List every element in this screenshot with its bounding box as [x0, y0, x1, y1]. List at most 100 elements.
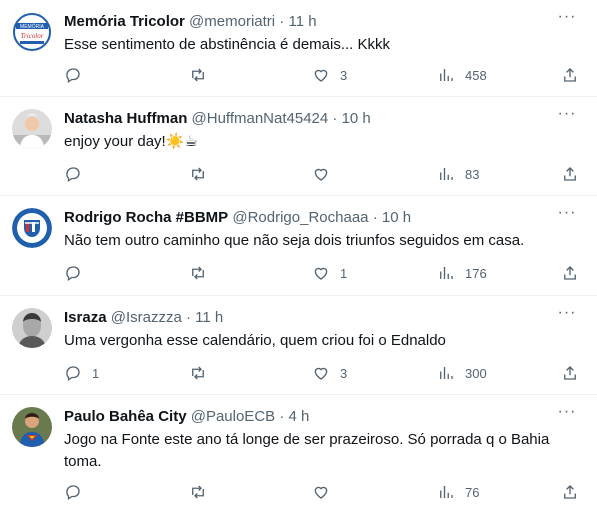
like-count: 3: [340, 365, 348, 381]
retweet-button[interactable]: [189, 164, 217, 184]
reply-button[interactable]: 1: [64, 363, 99, 383]
tweet-header: Rodrigo Rocha #BBMP @Rodrigo_Rochaaa · 1…: [64, 208, 557, 228]
tweet-paulo-bahea-city[interactable]: Paulo Bahêa City @PauloECB · 4 h ··· Jog…: [0, 395, 597, 505]
timestamp[interactable]: 4 h: [289, 408, 310, 425]
timestamp[interactable]: 10 h: [342, 110, 371, 127]
tweet-text: Jogo na Fonte este ano tá longe de ser p…: [64, 431, 550, 470]
display-name[interactable]: Rodrigo Rocha #BBMP: [64, 209, 228, 226]
display-name[interactable]: Israza: [64, 309, 107, 326]
avatar[interactable]: [12, 407, 52, 447]
views-button[interactable]: 176: [437, 263, 487, 283]
like-button[interactable]: [312, 482, 340, 502]
like-count: 3: [340, 67, 348, 83]
view-count: 300: [465, 365, 487, 381]
separator-dot: ·: [372, 209, 378, 226]
more-icon[interactable]: ···: [557, 404, 577, 425]
timestamp[interactable]: 11 h: [195, 309, 223, 326]
timestamp[interactable]: 11 h: [288, 13, 316, 30]
more-icon[interactable]: ···: [557, 9, 577, 30]
retweet-button[interactable]: [189, 263, 217, 283]
more-icon[interactable]: ···: [557, 305, 577, 326]
views-button[interactable]: 83: [437, 164, 479, 184]
reply-icon: [66, 266, 80, 282]
reply-icon: [66, 68, 80, 84]
retweet-icon: [192, 366, 204, 380]
views-button[interactable]: 76: [437, 482, 479, 502]
display-name[interactable]: Paulo Bahêa City: [64, 408, 187, 425]
user-handle[interactable]: @HuffmanNat45424: [192, 110, 329, 127]
like-icon: [314, 367, 328, 380]
views-button[interactable]: 458: [437, 65, 487, 85]
tweet-text: Esse sentimento de abstinência é demais.…: [64, 36, 391, 53]
like-button[interactable]: 3: [312, 65, 347, 85]
retweet-button[interactable]: [189, 65, 217, 85]
reply-button[interactable]: [64, 263, 92, 283]
avatar-badge-main: Tricolor: [21, 32, 44, 40]
avatar[interactable]: [12, 308, 52, 348]
avatar[interactable]: [12, 208, 52, 248]
view-count: 458: [465, 67, 487, 83]
like-button[interactable]: 1: [312, 263, 347, 283]
view-count: 76: [465, 484, 480, 500]
avatar[interactable]: [12, 109, 52, 149]
share-button[interactable]: [561, 482, 579, 502]
share-icon: [564, 485, 576, 499]
tweet-header: Paulo Bahêa City @PauloECB · 4 h: [64, 407, 557, 427]
tweet-memoria-tricolor[interactable]: MEMÓRIA Tricolor Memória Tricolor @memor…: [0, 0, 597, 97]
user-handle[interactable]: @PauloECB: [191, 408, 275, 425]
more-icon[interactable]: ···: [557, 106, 577, 127]
tweet-natasha-huffman[interactable]: Natasha Huffman @HuffmanNat45424 · 10 h …: [0, 97, 597, 196]
views-icon: [440, 69, 453, 81]
separator-dot: ·: [332, 110, 338, 127]
share-icon: [564, 167, 576, 181]
like-button[interactable]: [312, 164, 340, 184]
action-bar: 76: [64, 482, 585, 502]
separator-dot: ·: [279, 408, 285, 425]
avatar-badge-top: MEMÓRIA: [20, 23, 45, 30]
views-button[interactable]: 300: [437, 363, 487, 383]
reply-thread: MEMÓRIA Tricolor Memória Tricolor @memor…: [0, 0, 597, 505]
user-handle[interactable]: @Rodrigo_Rochaaa: [232, 209, 368, 226]
tweet-header: Natasha Huffman @HuffmanNat45424 · 10 h: [64, 109, 557, 129]
tweet-text: Não tem outro caminho que não seja dois …: [64, 232, 525, 249]
separator-dot: ·: [185, 309, 191, 326]
like-icon: [314, 486, 328, 499]
views-icon: [440, 168, 453, 180]
retweet-button[interactable]: [189, 363, 217, 383]
share-button[interactable]: [561, 164, 579, 184]
views-icon: [440, 267, 453, 279]
more-icon[interactable]: ···: [557, 205, 577, 226]
user-handle[interactable]: @memoriatri: [189, 13, 275, 30]
reply-button[interactable]: [64, 164, 92, 184]
tweet-text: enjoy your day!☀️☕: [64, 133, 198, 150]
tweet-rodrigo-rocha[interactable]: Rodrigo Rocha #BBMP @Rodrigo_Rochaaa · 1…: [0, 196, 597, 296]
reply-button[interactable]: [64, 65, 92, 85]
tweet-israza[interactable]: Israza @Israzzza · 11 h ··· Uma vergonha…: [0, 296, 597, 395]
timestamp[interactable]: 10 h: [382, 209, 411, 226]
view-count: 176: [465, 265, 487, 281]
tweet-header: Israza @Israzzza · 11 h: [64, 308, 557, 328]
action-bar: 1 3 300: [64, 363, 585, 383]
share-button[interactable]: [561, 65, 579, 85]
action-bar: 1 176: [64, 263, 585, 283]
tweet-header: Memória Tricolor @memoriatri · 11 h: [64, 12, 557, 32]
reply-button[interactable]: [64, 482, 92, 502]
share-button[interactable]: [561, 363, 579, 383]
retweet-icon: [192, 485, 204, 499]
views-icon: [440, 486, 453, 498]
share-button[interactable]: [561, 263, 579, 283]
user-handle[interactable]: @Israzzza: [111, 309, 182, 326]
action-bar: 83: [64, 164, 585, 184]
view-count: 83: [465, 166, 480, 182]
display-name[interactable]: Memória Tricolor: [64, 13, 185, 30]
share-icon: [564, 266, 576, 280]
retweet-button[interactable]: [189, 482, 217, 502]
like-button[interactable]: 3: [312, 363, 347, 383]
action-bar: 3 458: [64, 65, 585, 85]
avatar[interactable]: MEMÓRIA Tricolor: [12, 12, 52, 52]
display-name[interactable]: Natasha Huffman: [64, 110, 187, 127]
views-icon: [440, 367, 453, 379]
like-count: 1: [340, 265, 348, 281]
like-icon: [314, 168, 328, 181]
separator-dot: ·: [279, 13, 285, 30]
